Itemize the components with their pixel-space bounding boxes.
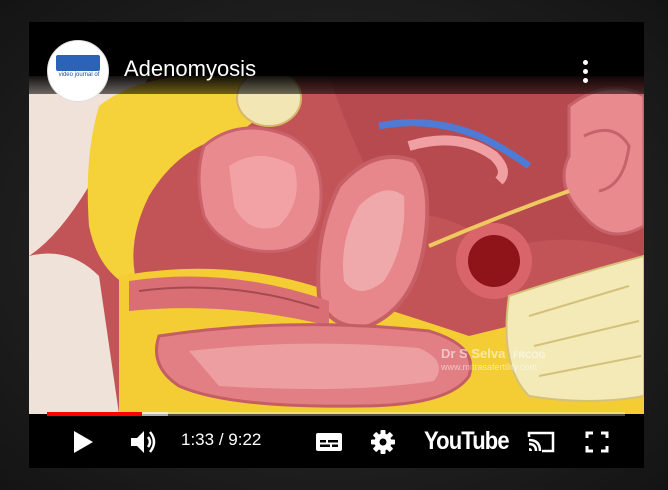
subtitles-icon xyxy=(316,433,342,451)
cast-icon xyxy=(527,431,555,453)
volume-button[interactable] xyxy=(126,416,162,468)
watermark-url: www.mitrasafertility.com xyxy=(441,362,537,372)
current-time: 1:33 xyxy=(181,430,215,449)
play-button[interactable] xyxy=(67,416,99,468)
channel-avatar[interactable]: video journal of xyxy=(47,40,109,102)
gear-icon xyxy=(371,430,395,454)
video-watermark: Dr S Selva FRCOG www.mitrasafertility.co… xyxy=(441,346,546,372)
anatomy-illustration xyxy=(29,76,644,414)
time-display: 1:33 / 9:22 xyxy=(181,430,261,450)
video-player[interactable]: Dr S Selva FRCOG www.mitrasafertility.co… xyxy=(29,22,644,468)
player-controls: 1:33 / 9:22 YouTube xyxy=(29,416,644,468)
channel-logo-book-icon xyxy=(56,55,100,71)
cast-button[interactable] xyxy=(524,416,558,468)
play-icon xyxy=(74,431,93,453)
youtube-logo[interactable]: YouTube xyxy=(424,427,510,456)
page-background: Dr S Selva FRCOG www.mitrasafertility.co… xyxy=(0,0,668,490)
time-separator: / xyxy=(214,430,229,449)
video-frame[interactable] xyxy=(29,76,644,414)
more-vertical-icon[interactable] xyxy=(577,58,593,86)
video-title[interactable]: Adenomyosis xyxy=(124,56,256,82)
video-top-bar: video journal of Adenomyosis xyxy=(29,22,644,102)
subtitles-button[interactable] xyxy=(313,416,345,468)
watermark-name: Dr S Selva xyxy=(441,346,506,361)
settings-button[interactable] xyxy=(367,416,399,468)
duration: 9:22 xyxy=(228,430,262,449)
fullscreen-button[interactable] xyxy=(582,416,612,468)
watermark-suffix: FRCOG xyxy=(512,350,546,360)
fullscreen-icon xyxy=(585,431,609,453)
channel-logo-text: video journal of xyxy=(58,72,100,78)
volume-icon xyxy=(131,431,156,453)
